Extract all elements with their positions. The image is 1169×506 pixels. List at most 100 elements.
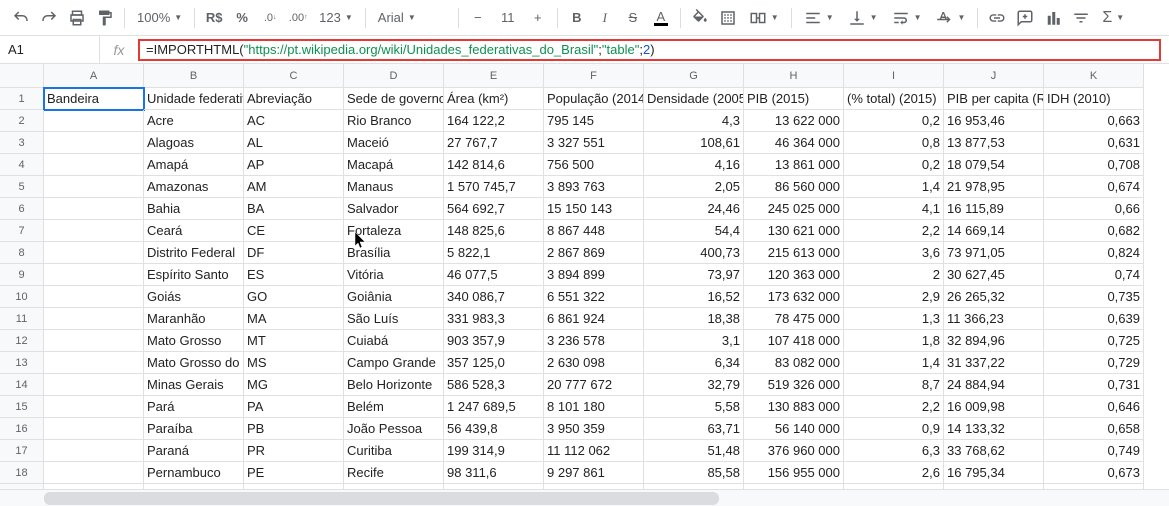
cell[interactable]: 3 236 578 [544,330,644,352]
column-header-I[interactable]: I [844,64,944,88]
cell[interactable]: 0,74 [1044,264,1144,286]
cell[interactable]: 357 125,0 [444,352,544,374]
cell[interactable]: 26 265,32 [944,286,1044,308]
cell[interactable]: 16 953,46 [944,110,1044,132]
horizontal-align-button[interactable]: ▼ [798,5,840,31]
font-size-increase[interactable]: + [525,5,551,31]
cell[interactable]: 903 357,9 [444,330,544,352]
cell[interactable]: 3 894 899 [544,264,644,286]
cell[interactable]: 0,658 [1044,418,1144,440]
print-button[interactable] [64,5,90,31]
insert-chart-button[interactable] [1040,5,1066,31]
cell[interactable]: 2,05 [644,176,744,198]
cell[interactable]: Rio Branco [344,110,444,132]
cell[interactable]: 98 311,6 [444,462,544,484]
cell[interactable]: 2,6 [844,462,944,484]
cell[interactable]: 0,646 [1044,396,1144,418]
cell[interactable]: MG [244,374,344,396]
cell[interactable]: PIB per capita (R [944,88,1044,110]
cell[interactable]: Vitória [344,264,444,286]
cell[interactable]: Manaus [344,176,444,198]
font-dropdown[interactable]: Arial▼ [372,5,452,31]
cell[interactable]: 5,58 [644,396,744,418]
font-size-decrease[interactable]: − [465,5,491,31]
cell[interactable] [44,264,144,286]
cell[interactable]: 0,682 [1044,220,1144,242]
cell[interactable]: 54,4 [644,220,744,242]
column-header-J[interactable]: J [944,64,1044,88]
cell[interactable]: GO [244,286,344,308]
cell[interactable]: 6 861 924 [544,308,644,330]
cell[interactable]: (% total) (2015) [844,88,944,110]
cell[interactable]: 46 077,5 [444,264,544,286]
row-header-17[interactable]: 17 [0,440,44,462]
cell[interactable]: 0,824 [1044,242,1144,264]
cell[interactable] [44,396,144,418]
cell[interactable]: 0,2 [844,154,944,176]
cell[interactable]: 586 528,3 [444,374,544,396]
cell[interactable]: Distrito Federal [144,242,244,264]
column-header-B[interactable]: B [144,64,244,88]
row-header-12[interactable]: 12 [0,330,44,352]
cell[interactable]: MT [244,330,344,352]
cell[interactable]: ES [244,264,344,286]
cell[interactable] [44,374,144,396]
cell[interactable]: 4,16 [644,154,744,176]
column-header-E[interactable]: E [444,64,544,88]
cell[interactable]: 340 086,7 [444,286,544,308]
cell[interactable]: Mato Grosso [144,330,244,352]
cell[interactable]: 0,9 [844,418,944,440]
cell[interactable]: 173 632 000 [744,286,844,308]
cell[interactable]: 21 978,95 [944,176,1044,198]
percent-button[interactable]: % [229,5,255,31]
merge-cells-button[interactable]: ▼ [743,5,785,31]
cell[interactable]: Minas Gerais [144,374,244,396]
cell[interactable] [44,176,144,198]
cell[interactable]: 83 082 000 [744,352,844,374]
cell[interactable]: 0,631 [1044,132,1144,154]
cell[interactable]: Amazonas [144,176,244,198]
cell[interactable]: PE [244,462,344,484]
cell[interactable]: 107 418 000 [744,330,844,352]
row-header-13[interactable]: 13 [0,352,44,374]
cell[interactable] [44,132,144,154]
cell[interactable]: Goiás [144,286,244,308]
cell[interactable]: Paraíba [144,418,244,440]
column-header-K[interactable]: K [1044,64,1144,88]
cell[interactable]: Paraná [144,440,244,462]
cell[interactable]: PR [244,440,344,462]
cell[interactable]: 4,3 [644,110,744,132]
row-header-16[interactable]: 16 [0,418,44,440]
cell[interactable]: CE [244,220,344,242]
cell[interactable] [44,418,144,440]
cell[interactable]: 376 960 000 [744,440,844,462]
cell[interactable]: São Luís [344,308,444,330]
zoom-dropdown[interactable]: 100%▼ [131,5,188,31]
cell[interactable]: 1,8 [844,330,944,352]
insert-link-button[interactable] [984,5,1010,31]
cell[interactable]: Belém [344,396,444,418]
column-header-C[interactable]: C [244,64,344,88]
row-header-3[interactable]: 3 [0,132,44,154]
cell[interactable]: 24,46 [644,198,744,220]
cell[interactable]: 1,3 [844,308,944,330]
row-header-7[interactable]: 7 [0,220,44,242]
cell[interactable]: Maranhão [144,308,244,330]
cell[interactable]: 27 767,7 [444,132,544,154]
cell[interactable]: Densidade (2005 [644,88,744,110]
cell[interactable]: 756 500 [544,154,644,176]
cell[interactable]: 2,2 [844,220,944,242]
cell[interactable]: 3 893 763 [544,176,644,198]
cell[interactable]: Pernambuco [144,462,244,484]
paint-format-button[interactable] [92,5,118,31]
cell[interactable]: Pará [144,396,244,418]
borders-button[interactable] [715,5,741,31]
cell[interactable]: 24 884,94 [944,374,1044,396]
row-header-1[interactable]: 1 [0,88,44,110]
cell[interactable]: 30 627,45 [944,264,1044,286]
cell[interactable]: 85,58 [644,462,744,484]
cell[interactable] [44,242,144,264]
cell[interactable]: 0,673 [1044,462,1144,484]
cell[interactable]: Maceió [344,132,444,154]
cell[interactable]: 3 327 551 [544,132,644,154]
